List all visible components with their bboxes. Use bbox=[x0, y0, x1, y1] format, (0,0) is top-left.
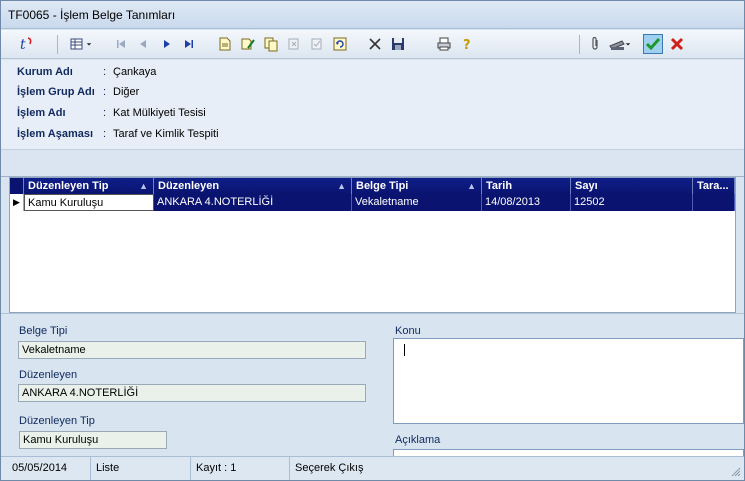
sort-icon: ▲ bbox=[467, 181, 476, 191]
column-header-label: Düzenleyen Tip bbox=[28, 180, 109, 192]
delete-record-icon[interactable] bbox=[284, 34, 304, 54]
sort-icon: ▲ bbox=[139, 181, 148, 191]
duzenleyen-label: Düzenleyen bbox=[19, 369, 78, 381]
column-header-tarih[interactable]: Tarih bbox=[482, 178, 571, 194]
duzenleyen-tip-label: Düzenleyen Tip bbox=[19, 415, 95, 427]
info-colon: : bbox=[103, 66, 107, 78]
column-header-label: Tara... bbox=[697, 180, 729, 192]
scanner-icon[interactable] bbox=[606, 34, 634, 54]
refresh-icon[interactable] bbox=[330, 34, 350, 54]
table-cell[interactable] bbox=[693, 194, 735, 211]
resize-grip-icon[interactable] bbox=[731, 467, 741, 477]
info-label: İşlem Adı bbox=[17, 107, 66, 119]
info-value: Kat Mülkiyeti Tesisi bbox=[113, 107, 206, 119]
status-record: Kayıt : 1 bbox=[191, 457, 290, 480]
info-label: İşlem Grup Adı bbox=[17, 86, 95, 98]
toolbar: t ? bbox=[1, 30, 744, 59]
sort-icon: ▲ bbox=[337, 181, 346, 191]
duzenleyen-field[interactable]: ANKARA 4.NOTERLİĞİ bbox=[18, 384, 366, 402]
edit-record-icon[interactable] bbox=[238, 34, 258, 54]
info-colon: : bbox=[103, 86, 107, 98]
info-colon: : bbox=[103, 107, 107, 119]
column-header-label: Tarih bbox=[486, 180, 513, 192]
new-record-icon[interactable] bbox=[215, 34, 235, 54]
documents-grid[interactable]: Düzenleyen Tip ▲ Düzenleyen ▲ Belge Tipi ▲ … bbox=[9, 177, 736, 313]
first-record-icon[interactable] bbox=[111, 34, 131, 54]
column-header-taraf[interactable]: Tara... bbox=[693, 178, 735, 194]
table-cell[interactable]: 14/08/2013 bbox=[482, 194, 571, 211]
duzenleyen-tip-field[interactable]: Kamu Kuruluşu bbox=[19, 431, 167, 449]
last-record-icon[interactable] bbox=[179, 34, 199, 54]
copy-record-icon[interactable] bbox=[261, 34, 281, 54]
detail-panel: Belge Tipi Vekaletname Düzenleyen ANKARA… bbox=[1, 313, 744, 459]
close-icon[interactable] bbox=[667, 34, 687, 54]
save-icon[interactable] bbox=[388, 34, 408, 54]
status-hint: Seçerek Çıkış bbox=[295, 462, 364, 474]
help-icon[interactable]: ? bbox=[457, 34, 477, 54]
main-window: TF0065 - İşlem Belge Tanımları t ? Kurum… bbox=[0, 0, 745, 481]
title-bar: TF0065 - İşlem Belge Tanımları bbox=[1, 1, 744, 29]
aciklama-label: Açıklama bbox=[395, 434, 441, 446]
column-header-duzenleyen-tip[interactable]: Düzenleyen Tip ▲ bbox=[24, 178, 154, 194]
column-header-label: Belge Tipi bbox=[356, 180, 409, 192]
row-indicator-icon: ▶ bbox=[10, 194, 24, 211]
svg-text:t: t bbox=[20, 37, 26, 52]
konu-memo[interactable] bbox=[393, 338, 744, 424]
column-header-label: Sayı bbox=[575, 180, 598, 192]
table-cell[interactable]: 12502 bbox=[571, 194, 693, 211]
group-band bbox=[1, 149, 744, 177]
toolbar-separator bbox=[579, 35, 580, 54]
info-colon: : bbox=[103, 128, 107, 140]
post-record-icon[interactable] bbox=[307, 34, 327, 54]
text-cursor bbox=[404, 344, 405, 356]
cancel-icon[interactable] bbox=[365, 34, 385, 54]
status-mode: Liste bbox=[91, 457, 191, 480]
belge-tipi-field[interactable]: Vekaletname bbox=[18, 341, 366, 359]
info-value: Diğer bbox=[113, 86, 140, 98]
attachment-icon[interactable] bbox=[585, 34, 605, 54]
info-label: Kurum Adı bbox=[17, 66, 73, 78]
info-value: Çankaya bbox=[113, 66, 157, 78]
window-title: TF0065 - İşlem Belge Tanımları bbox=[8, 8, 176, 22]
info-label: İşlem Aşaması bbox=[17, 128, 94, 140]
info-value: Taraf ve Kimlik Tespiti bbox=[113, 128, 219, 140]
status-bar: 05/05/2014 Liste Kayıt : 1 Seçerek Çıkış bbox=[1, 456, 744, 480]
konu-label: Konu bbox=[395, 325, 421, 337]
column-header-belge-tipi[interactable]: Belge Tipi ▲ bbox=[352, 178, 482, 194]
grid-header-indicator bbox=[10, 178, 24, 194]
toolbar-separator bbox=[57, 35, 58, 54]
header-info-panel: Kurum Adı : Çankaya İşlem Grup Adı : Diğ… bbox=[1, 60, 744, 149]
app-logo-icon[interactable]: t bbox=[17, 34, 37, 54]
table-cell[interactable]: Kamu Kuruluşu bbox=[24, 194, 154, 211]
belge-tipi-label: Belge Tipi bbox=[19, 325, 68, 337]
print-icon[interactable] bbox=[434, 34, 454, 54]
previous-record-icon[interactable] bbox=[133, 34, 153, 54]
column-header-label: Düzenleyen bbox=[158, 180, 220, 192]
column-header-duzenleyen[interactable]: Düzenleyen ▲ bbox=[154, 178, 352, 194]
grid-header: Düzenleyen Tip ▲ Düzenleyen ▲ Belge Tipi ▲ … bbox=[10, 178, 735, 194]
table-cell[interactable]: Vekaletname bbox=[352, 194, 482, 211]
next-record-icon[interactable] bbox=[157, 34, 177, 54]
column-header-sayi[interactable]: Sayı bbox=[571, 178, 693, 194]
svg-text:?: ? bbox=[463, 38, 471, 52]
confirm-icon[interactable] bbox=[643, 34, 663, 54]
table-row[interactable]: Kamu Kuruluşu ANKARA 4.NOTERLİĞİ Vekalet… bbox=[24, 194, 735, 211]
grid-view-icon[interactable] bbox=[67, 34, 95, 54]
status-date: 05/05/2014 bbox=[7, 457, 91, 480]
table-cell[interactable]: ANKARA 4.NOTERLİĞİ bbox=[154, 194, 352, 211]
